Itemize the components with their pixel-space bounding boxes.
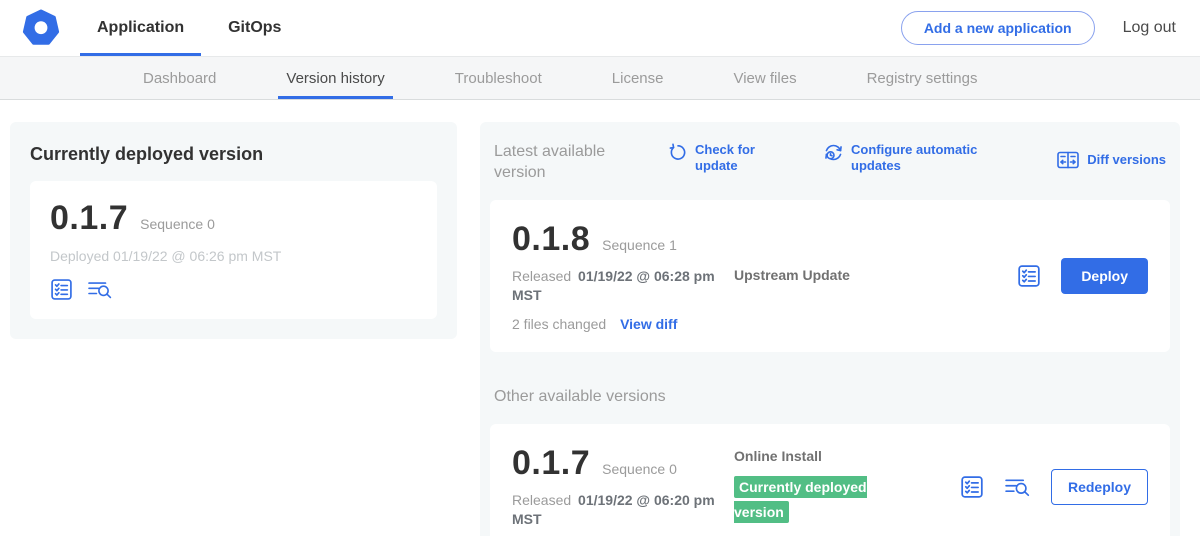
other-released-timestamp: Released 01/19/22 @ 06:20 pm MST	[512, 491, 717, 530]
latest-sequence-label: Sequence 1	[602, 237, 677, 253]
deployed-timestamp: Deployed 01/19/22 @ 06:26 pm MST	[50, 248, 417, 264]
topnav-tabs: Application GitOps	[75, 0, 303, 56]
view-diff-link[interactable]: View diff	[620, 316, 677, 332]
latest-version-info: 0.1.8 Sequence 1 Released 01/19/22 @ 06:…	[512, 220, 724, 332]
refresh-icon	[668, 142, 688, 175]
view-logs-icon[interactable]	[1004, 475, 1031, 499]
source-label: Online Install	[734, 448, 822, 464]
deploy-button[interactable]: Deploy	[1061, 258, 1148, 294]
other-version-card: 0.1.7 Sequence 0 Released 01/19/22 @ 06:…	[490, 424, 1170, 536]
subnav-item-registry-settings[interactable]: Registry settings	[867, 57, 978, 99]
configure-automatic-updates-label: Configure automatic updates	[851, 142, 991, 175]
subnav-item-license[interactable]: License	[612, 57, 664, 99]
files-changed-label: 2 files changed	[512, 316, 606, 332]
other-versions-title: Other available versions	[494, 388, 1170, 406]
currently-deployed-title: Currently deployed version	[30, 144, 437, 165]
diff-table-icon	[1056, 149, 1080, 171]
latest-available-title: Latest available version	[494, 142, 644, 184]
subnav-item-dashboard[interactable]: Dashboard	[143, 57, 216, 99]
latest-version-number: 0.1.8	[512, 220, 590, 259]
version-row: 0.1.7 Sequence 0	[512, 444, 724, 483]
subnav-item-troubleshoot[interactable]: Troubleshoot	[455, 57, 542, 99]
tab-application-label: Application	[97, 19, 184, 37]
other-version-number: 0.1.7	[512, 444, 590, 483]
release-notes-icon[interactable]	[50, 278, 73, 301]
kots-logo-icon	[22, 9, 60, 47]
currently-deployed-card: 0.1.7 Sequence 0 Deployed 01/19/22 @ 06:…	[30, 181, 437, 319]
source-label: Upstream Update	[734, 267, 850, 283]
check-for-update-button[interactable]: Check for update	[668, 142, 767, 175]
diff-versions-label: Diff versions	[1087, 152, 1166, 168]
latest-version-source: Upstream Update	[724, 267, 1017, 285]
deployed-sequence-label: Sequence 0	[140, 216, 215, 232]
other-version-actions: Redeploy	[960, 469, 1148, 505]
currently-deployed-badge: Currently deployed version	[734, 476, 867, 523]
check-for-update-label: Check for update	[695, 142, 767, 175]
release-notes-icon[interactable]	[960, 475, 984, 499]
other-sequence-label: Sequence 0	[602, 461, 677, 477]
deployed-card-actions	[50, 278, 417, 301]
available-versions-panel: Latest available version Check for updat…	[480, 122, 1180, 536]
other-version-info: 0.1.7 Sequence 0 Released 01/19/22 @ 06:…	[512, 444, 724, 530]
version-row: 0.1.8 Sequence 1	[512, 220, 724, 259]
main-content: Currently deployed version 0.1.7 Sequenc…	[0, 100, 1200, 536]
logout-link[interactable]: Log out	[1123, 19, 1176, 37]
subnav-item-view-files[interactable]: View files	[733, 57, 796, 99]
tab-gitops-label: GitOps	[228, 19, 281, 37]
secondary-navbar: Dashboard Version history Troubleshoot L…	[0, 57, 1200, 100]
tab-gitops[interactable]: GitOps	[206, 0, 303, 56]
configure-automatic-updates-button[interactable]: Configure automatic updates	[823, 142, 991, 175]
tab-application[interactable]: Application	[75, 0, 206, 56]
files-changed-row: 2 files changed View diff	[512, 316, 724, 332]
deployed-version-number: 0.1.7	[50, 199, 128, 238]
diff-versions-button[interactable]: Diff versions	[1056, 149, 1166, 171]
latest-version-card: 0.1.8 Sequence 1 Released 01/19/22 @ 06:…	[490, 200, 1170, 352]
add-application-button[interactable]: Add a new application	[901, 11, 1095, 45]
latest-version-actions: Deploy	[1017, 258, 1148, 294]
badge-container: Currently deployed version	[734, 476, 886, 526]
latest-released-timestamp: Released 01/19/22 @ 06:28 pm MST	[512, 267, 717, 306]
available-versions-header: Latest available version Check for updat…	[490, 134, 1170, 184]
top-navbar: Application GitOps Add a new application…	[0, 0, 1200, 57]
schedule-sync-icon	[823, 142, 844, 175]
subnav-item-version-history[interactable]: Version history	[286, 57, 384, 99]
topnav-right: Add a new application Log out	[901, 11, 1176, 45]
redeploy-button[interactable]: Redeploy	[1051, 469, 1148, 505]
release-notes-icon[interactable]	[1017, 264, 1041, 288]
view-logs-icon[interactable]	[87, 278, 113, 301]
currently-deployed-panel: Currently deployed version 0.1.7 Sequenc…	[10, 122, 457, 339]
other-version-source: Online Install Currently deployed versio…	[724, 448, 960, 526]
version-row: 0.1.7 Sequence 0	[50, 199, 417, 238]
